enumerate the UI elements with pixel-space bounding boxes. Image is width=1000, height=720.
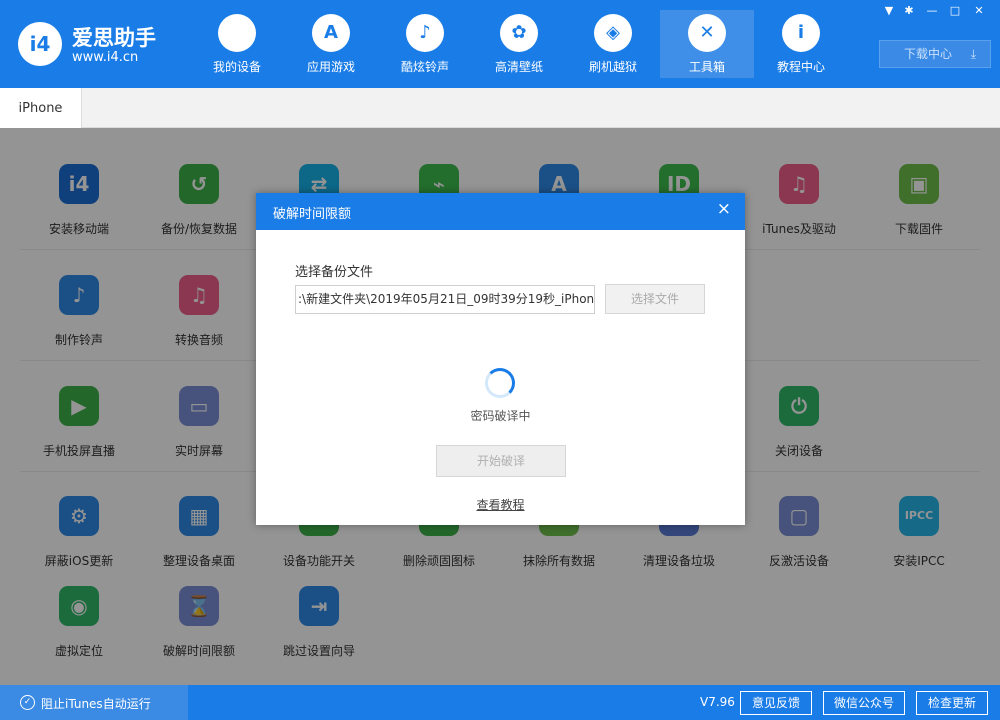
download-center-button[interactable]: 下载中心 ⤓ [879, 40, 991, 68]
logo: i4 爱思助手 www.i4.cn [18, 20, 168, 68]
dialog-header: 破解时间限额 × [256, 193, 745, 230]
box-icon: ◈ [594, 14, 632, 52]
decrypt-status-text: 密码破译中 [470, 409, 531, 423]
bell-icon: ♪ [406, 14, 444, 52]
nav-label: 应用游戏 [306, 60, 355, 74]
minimize-button[interactable]: — [923, 3, 941, 19]
nav-toolbox[interactable]: ✕ 工具箱 [660, 10, 754, 78]
tab-iphone[interactable]: iPhone [0, 88, 82, 128]
nav-label: 工具箱 [688, 60, 725, 74]
download-center-label: 下载中心 [904, 47, 953, 61]
nav-label: 刷机越狱 [588, 60, 637, 74]
view-tutorial-link[interactable]: 查看教程 [256, 496, 745, 513]
version-label: V7.96 [700, 695, 735, 709]
nav-label: 我的设备 [212, 60, 261, 74]
logo-name: 爱思助手 [72, 26, 156, 50]
top-header: i4 爱思助手 www.i4.cn 我的设备 A 应用游戏 ♪ 酷炫铃声 ✿ 高… [0, 0, 1000, 88]
nav-apps-games[interactable]: A 应用游戏 [284, 10, 378, 78]
info-icon: i [782, 14, 820, 52]
skin-button[interactable]: ▼ [880, 3, 898, 19]
start-decrypt-button[interactable]: 开始破译 [436, 445, 566, 477]
nav-flash-jailbreak[interactable]: ◈ 刷机越狱 [566, 10, 660, 78]
app-window: i4 爱思助手 www.i4.cn 我的设备 A 应用游戏 ♪ 酷炫铃声 ✿ 高… [0, 0, 1000, 720]
wechat-button[interactable]: 微信公众号 [823, 691, 905, 715]
checkmark-icon: ✓ [20, 695, 35, 710]
block-itunes-toggle[interactable]: ✓ 阻止iTunes自动运行 [0, 685, 188, 720]
block-itunes-label: 阻止iTunes自动运行 [41, 697, 151, 711]
download-icon: ⤓ [970, 47, 976, 61]
device-tab-bar: iPhone [0, 88, 1000, 128]
feedback-button[interactable]: 意见反馈 [740, 691, 812, 715]
dialog-close-icon[interactable]: × [717, 199, 731, 219]
nav-wallpapers[interactable]: ✿ 高清壁纸 [472, 10, 566, 78]
flower-icon: ✿ [500, 14, 538, 52]
gear-icon: ✱ [904, 4, 914, 17]
status-footer: ✓ 阻止iTunes自动运行 V7.96 意见反馈 微信公众号 检查更新 [0, 685, 1000, 720]
shirt-icon: ▼ [884, 4, 894, 17]
dialog-title: 破解时间限额 [273, 207, 352, 222]
logo-url: www.i4.cn [72, 50, 139, 65]
check-update-button[interactable]: 检查更新 [916, 691, 988, 715]
nav-my-device[interactable]: 我的设备 [190, 10, 284, 78]
nav-label: 酷炫铃声 [400, 60, 449, 74]
backup-file-label: 选择备份文件 [295, 265, 374, 280]
nav-ringtones[interactable]: ♪ 酷炫铃声 [378, 10, 472, 78]
logo-badge: i4 [18, 22, 62, 66]
close-button[interactable]: ✕ [970, 3, 988, 19]
minimize-icon: — [926, 4, 938, 17]
tools-icon: ✕ [688, 14, 726, 52]
nav-label: 教程中心 [776, 60, 825, 74]
nav-label: 高清壁纸 [494, 60, 543, 74]
settings-button[interactable]: ✱ [900, 3, 918, 19]
nav-tutorials[interactable]: i 教程中心 [754, 10, 848, 78]
choose-file-button[interactable]: 选择文件 [605, 284, 705, 314]
backup-file-path-field[interactable]: :\新建文件夹\2019年05月21日_09时39分19秒_iPhone [295, 285, 595, 314]
maximize-button[interactable]: □ [946, 3, 964, 19]
close-icon: ✕ [974, 4, 984, 17]
apple-icon [218, 14, 256, 52]
maximize-icon: □ [949, 4, 961, 17]
unlock-screen-time-dialog: 破解时间限额 × 选择备份文件 :\新建文件夹\2019年05月21日_09时3… [256, 193, 745, 525]
loading-spinner-icon [485, 368, 515, 398]
app-store-icon: A [312, 14, 350, 52]
